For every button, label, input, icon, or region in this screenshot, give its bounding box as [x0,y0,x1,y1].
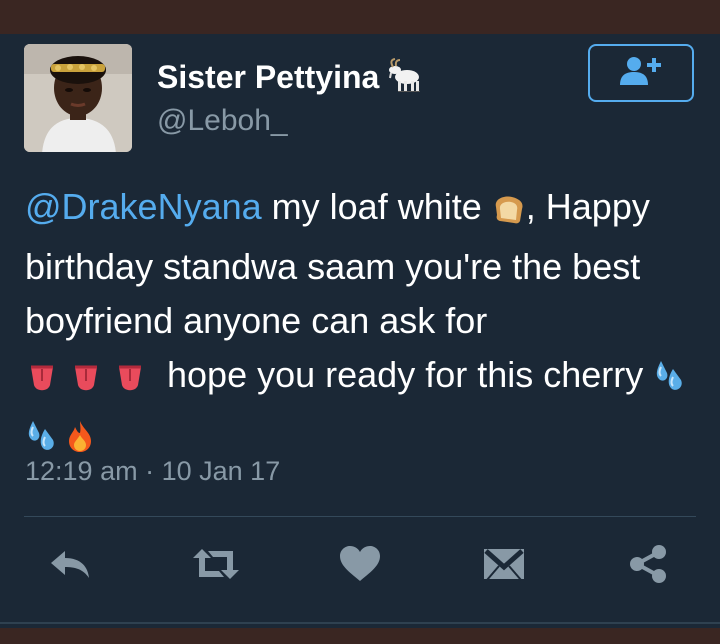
tweet-timestamp[interactable]: 12:19 am · 10 Jan 17 [25,456,280,487]
retweet-button[interactable] [192,546,240,586]
sweat-droplets-icon [653,354,693,408]
bottom-frame-bar [0,628,720,644]
tweet-text-part2: , [525,186,536,227]
bread-icon [492,186,526,240]
tweet-text: @DrakeNyana my loaf white , Happy birthd… [25,180,705,468]
reply-button[interactable] [48,546,96,586]
follow-button[interactable] [588,44,694,102]
add-user-icon [618,55,664,92]
like-button[interactable] [336,545,384,588]
goat-icon [387,58,427,100]
display-name-text: Sister Pettyina [157,59,380,95]
divider [24,516,696,517]
tongue-icon [25,354,59,408]
mention-link[interactable]: @DrakeNyana [25,186,262,227]
direct-message-icon [482,545,526,588]
like-icon [338,545,382,588]
display-name[interactable]: Sister Pettyina [157,58,427,100]
bottom-divider [0,622,720,624]
user-handle[interactable]: @Leboh_ [157,104,288,138]
tweet-text-part1: my loaf white [271,186,482,227]
reply-icon [49,548,95,585]
direct-message-button[interactable] [480,546,528,586]
timestamp-separator: · [145,456,155,486]
tweet-text-part4: hope you ready for this cherry [167,354,644,395]
retweet-icon [191,547,241,586]
top-frame-bar [0,0,720,34]
share-icon [627,544,669,589]
tongue-icon [69,354,103,408]
share-button[interactable] [624,544,672,589]
tongue-icon [113,354,147,408]
timestamp-time: 12:19 am [25,456,138,486]
timestamp-date: 10 Jan 17 [161,456,281,486]
avatar[interactable] [24,44,132,152]
